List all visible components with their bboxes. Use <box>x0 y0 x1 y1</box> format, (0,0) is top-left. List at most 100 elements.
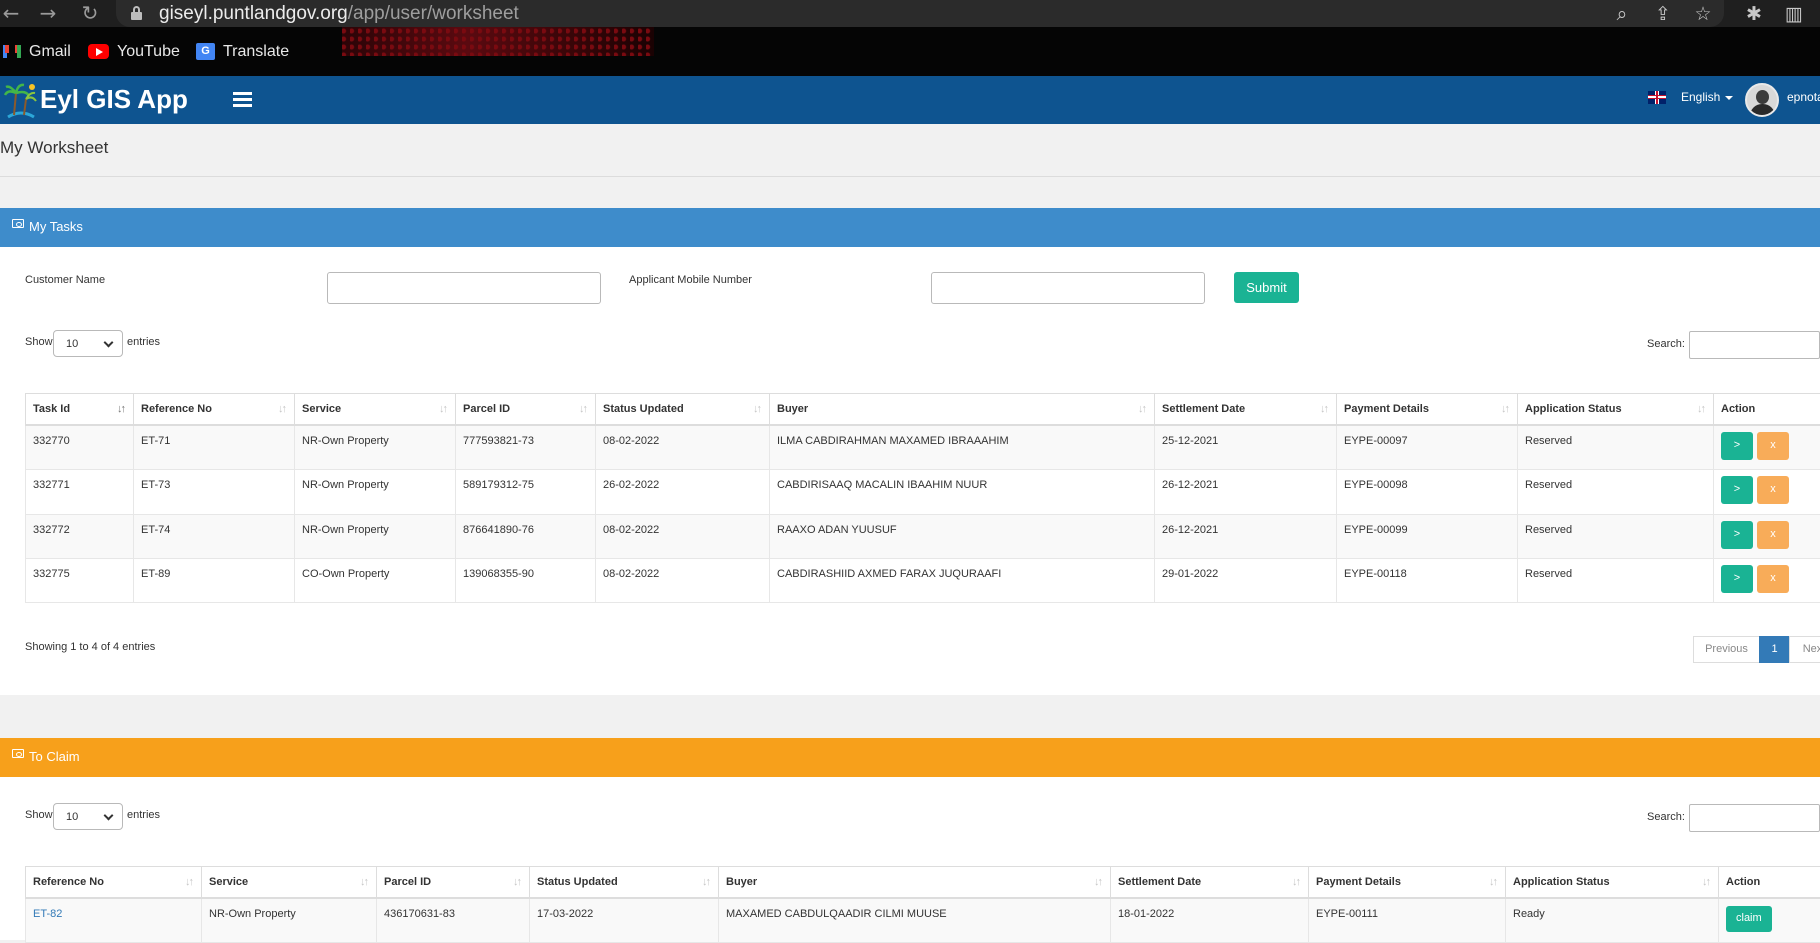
forward-icon[interactable]: → <box>37 1 59 25</box>
column-label: Service <box>302 403 341 415</box>
column-header[interactable]: Parcel ID ↓↑ <box>377 867 530 898</box>
sort-icon: ↓↑ <box>513 876 520 888</box>
star-icon[interactable]: ☆ <box>1691 2 1715 26</box>
cancel-button[interactable]: x <box>1757 521 1789 549</box>
app-title[interactable]: Eyl GIS App <box>40 84 188 115</box>
mobile-number-input[interactable] <box>931 272 1205 304</box>
bookmark-label: YouTube <box>117 43 180 60</box>
sidepanel-icon[interactable]: ▥ <box>1782 2 1806 26</box>
process-button[interactable]: > <box>1721 432 1753 460</box>
process-button[interactable]: > <box>1721 476 1753 504</box>
column-header[interactable]: Payment Details↓↑ <box>1337 394 1518 425</box>
status-updated-cell: 08-02-2022 <box>596 515 770 559</box>
sort-icon: ↓↑ <box>1292 876 1299 888</box>
app-logo-icon[interactable] <box>4 81 38 119</box>
submit-button[interactable]: Submit <box>1234 272 1299 303</box>
column-header[interactable]: Task Id↓↑ <box>26 394 134 425</box>
next-page-button[interactable]: Next <box>1789 636 1820 663</box>
lock-icon[interactable] <box>131 6 142 20</box>
cancel-button[interactable]: x <box>1757 565 1789 593</box>
table-row[interactable]: 332775 ET-89 CO-Own Property 139068355-9… <box>26 559 1820 603</box>
url-text[interactable]: giseyl.puntlandgov.org/app/user/workshee… <box>159 3 519 25</box>
column-label: Service <box>209 876 248 888</box>
show-label: Show <box>25 336 53 348</box>
tasks-search-input[interactable] <box>1689 331 1820 359</box>
reference-link[interactable]: ET-82 <box>33 908 62 920</box>
column-header[interactable]: Reference No↓↑ <box>26 867 202 898</box>
column-header[interactable]: Parcel ID↓↑ <box>456 394 596 425</box>
column-header[interactable]: Service↓↑ <box>295 394 456 425</box>
column-label: Parcel ID <box>384 876 431 888</box>
cancel-button[interactable]: x <box>1757 476 1789 504</box>
bookmark-gmail[interactable]: Gmail <box>3 42 71 62</box>
column-header[interactable]: Action↓↑ <box>1719 867 1820 898</box>
customer-name-label: Customer Name <box>25 274 105 286</box>
parcel-cell: 589179312-75 <box>456 470 596 515</box>
parcel-cell: 436170631-83 <box>377 898 530 943</box>
search-label: Search: <box>1647 811 1685 823</box>
page-title: My Worksheet <box>0 138 108 158</box>
entries-label: entries <box>127 336 160 348</box>
sort-icon: ↓↑ <box>1138 403 1145 415</box>
back-icon[interactable]: ← <box>0 1 22 25</box>
extensions-icon[interactable]: ✱ <box>1742 2 1766 26</box>
column-header[interactable]: Settlement Date↓↑ <box>1155 394 1337 425</box>
column-header[interactable]: Application Status↓↑ <box>1518 394 1714 425</box>
tasks-panel-title: My Tasks <box>29 219 83 234</box>
column-header[interactable]: Service ↓↑ <box>202 867 377 898</box>
table-row[interactable]: 332772 ET-74 NR-Own Property 876641890-7… <box>26 515 1820 559</box>
customer-name-input[interactable] <box>327 272 601 304</box>
menu-toggle-icon[interactable] <box>233 92 252 107</box>
column-header[interactable]: Status Updated↓↑ <box>530 867 719 898</box>
table-row[interactable]: 332770 ET-71 NR-Own Property 777593821-7… <box>26 425 1820 470</box>
bookmark-youtube[interactable]: YouTube <box>88 42 180 62</box>
application-status-cell: Reserved <box>1518 515 1714 559</box>
claim-table: Reference No↓↑ Service ↓↑ Parcel ID ↓↑ Sta… <box>25 866 1820 943</box>
language-label: English <box>1681 90 1720 104</box>
process-button[interactable]: > <box>1721 521 1753 549</box>
process-button[interactable]: > <box>1721 565 1753 593</box>
column-header[interactable]: Settlement Date ↓↑ <box>1111 867 1309 898</box>
bookmark-translate[interactable]: GTranslate <box>196 42 289 62</box>
column-label: Settlement Date <box>1118 876 1201 888</box>
column-header[interactable]: Payment Details ↓↑ <box>1309 867 1506 898</box>
tasks-table: Task Id↓↑ Reference No↓↑ Service↓↑ Parce… <box>25 393 1820 603</box>
column-header[interactable]: Status Updated↓↑ <box>596 394 770 425</box>
column-header[interactable]: Application Status↓↑ <box>1506 867 1719 898</box>
column-header[interactable]: Buyer↓↑ <box>770 394 1155 425</box>
table-row[interactable]: 332771 ET-73 NR-Own Property 589179312-7… <box>26 470 1820 515</box>
column-label: Action <box>1726 876 1760 888</box>
cancel-button[interactable]: x <box>1757 432 1789 460</box>
zoom-icon[interactable]: ⌕ <box>1610 2 1634 26</box>
column-label: Payment Details <box>1316 876 1401 888</box>
address-bar[interactable]: giseyl.puntlandgov.org/app/user/workshee… <box>116 0 1724 27</box>
parcel-cell: 876641890-76 <box>456 515 596 559</box>
claim-button[interactable]: claim <box>1726 906 1772 932</box>
status-updated-cell: 08-02-2022 <box>596 425 770 470</box>
page-length-select[interactable]: 10 <box>53 330 123 357</box>
settlement-cell: 25-12-2021 <box>1155 425 1337 470</box>
search-label: Search: <box>1647 338 1685 350</box>
column-header[interactable]: Reference No↓↑ <box>134 394 295 425</box>
column-header[interactable]: Action↓↑ <box>1714 394 1820 425</box>
user-name[interactable]: epnota <box>1787 90 1820 104</box>
column-label: Status Updated <box>537 876 618 888</box>
claim-search-input[interactable] <box>1689 804 1820 832</box>
table-row[interactable]: ET-82 NR-Own Property 436170631-83 17-03… <box>26 898 1820 943</box>
column-header[interactable]: Buyer↓↑ <box>719 867 1111 898</box>
sort-icon: ↓↑ <box>1489 876 1496 888</box>
panel-photo-icon <box>12 219 24 228</box>
avatar[interactable] <box>1745 83 1779 117</box>
language-dropdown[interactable]: English <box>1681 90 1733 104</box>
action-cell: >x <box>1714 515 1820 559</box>
settlement-cell: 26-12-2021 <box>1155 515 1337 559</box>
reload-icon[interactable]: ↻ <box>79 1 101 25</box>
previous-page-button[interactable]: Previous <box>1693 636 1760 663</box>
column-label: Settlement Date <box>1162 403 1245 415</box>
page-length-value: 10 <box>66 811 78 823</box>
page-1-button[interactable]: 1 <box>1759 636 1790 663</box>
buyer-cell: CABDIRASHIID AXMED FARAX JUQURAAFI <box>770 559 1155 603</box>
sort-icon: ↓↑ <box>360 876 367 888</box>
page-length-select[interactable]: 10 <box>53 803 123 830</box>
share-icon[interactable]: ⇪ <box>1651 2 1675 26</box>
